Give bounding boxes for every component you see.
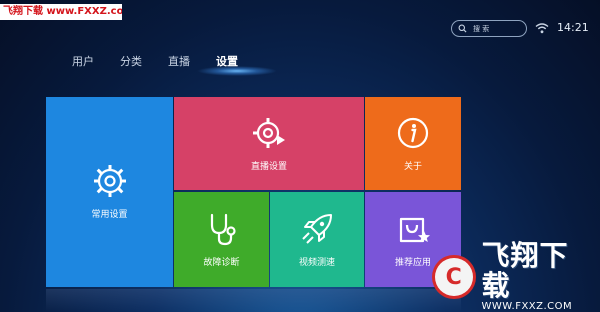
rocket-icon <box>302 213 332 244</box>
search-label: 搜 索 <box>473 24 490 33</box>
top-tabs: 用户 分类 直播 设置 <box>72 53 264 71</box>
tab-live[interactable]: 直播 <box>168 53 216 71</box>
diagnosis-tile[interactable]: 故障诊断 <box>174 192 269 287</box>
site-logo-watermark: C 飞翔下载 WWW.FXXZ.COM <box>432 241 596 312</box>
logo-name: 飞翔下载 <box>481 239 569 302</box>
search-icon <box>458 24 467 33</box>
gear-play-icon <box>253 117 285 148</box>
about-label: 关于 <box>403 161 422 172</box>
watermark-banner: 飞翔下载 www.FXXZ.com <box>0 4 122 20</box>
recommended-apps-label: 推荐应用 <box>394 257 431 268</box>
live-settings-label: 直播设置 <box>250 161 287 172</box>
common-settings-tile[interactable]: 常用设置 <box>46 97 173 287</box>
tiles-reflection <box>46 289 461 312</box>
search-box[interactable]: 搜 索 <box>451 20 527 37</box>
tab-users[interactable]: 用户 <box>72 53 120 71</box>
tab-categories[interactable]: 分类 <box>120 53 168 71</box>
tab-settings[interactable]: 设置 <box>216 53 264 71</box>
gear-icon <box>93 165 126 197</box>
shopping-bag-star-icon <box>399 217 430 242</box>
logo-url: WWW.FXXZ.COM <box>481 301 573 312</box>
speed-test-label: 视频测速 <box>298 257 335 268</box>
live-settings-tile[interactable]: 直播设置 <box>174 97 364 190</box>
diagnosis-label: 故障诊断 <box>203 257 240 268</box>
about-tile[interactable]: 关于 <box>365 97 461 190</box>
stethoscope-icon <box>210 213 236 245</box>
common-settings-label: 常用设置 <box>91 210 128 220</box>
wifi-icon <box>535 23 549 34</box>
info-icon <box>397 117 429 148</box>
clock-time: 14:21 <box>557 21 589 34</box>
speed-test-tile[interactable]: 视频测速 <box>270 192 364 287</box>
logo-badge-icon: C <box>432 255 476 299</box>
